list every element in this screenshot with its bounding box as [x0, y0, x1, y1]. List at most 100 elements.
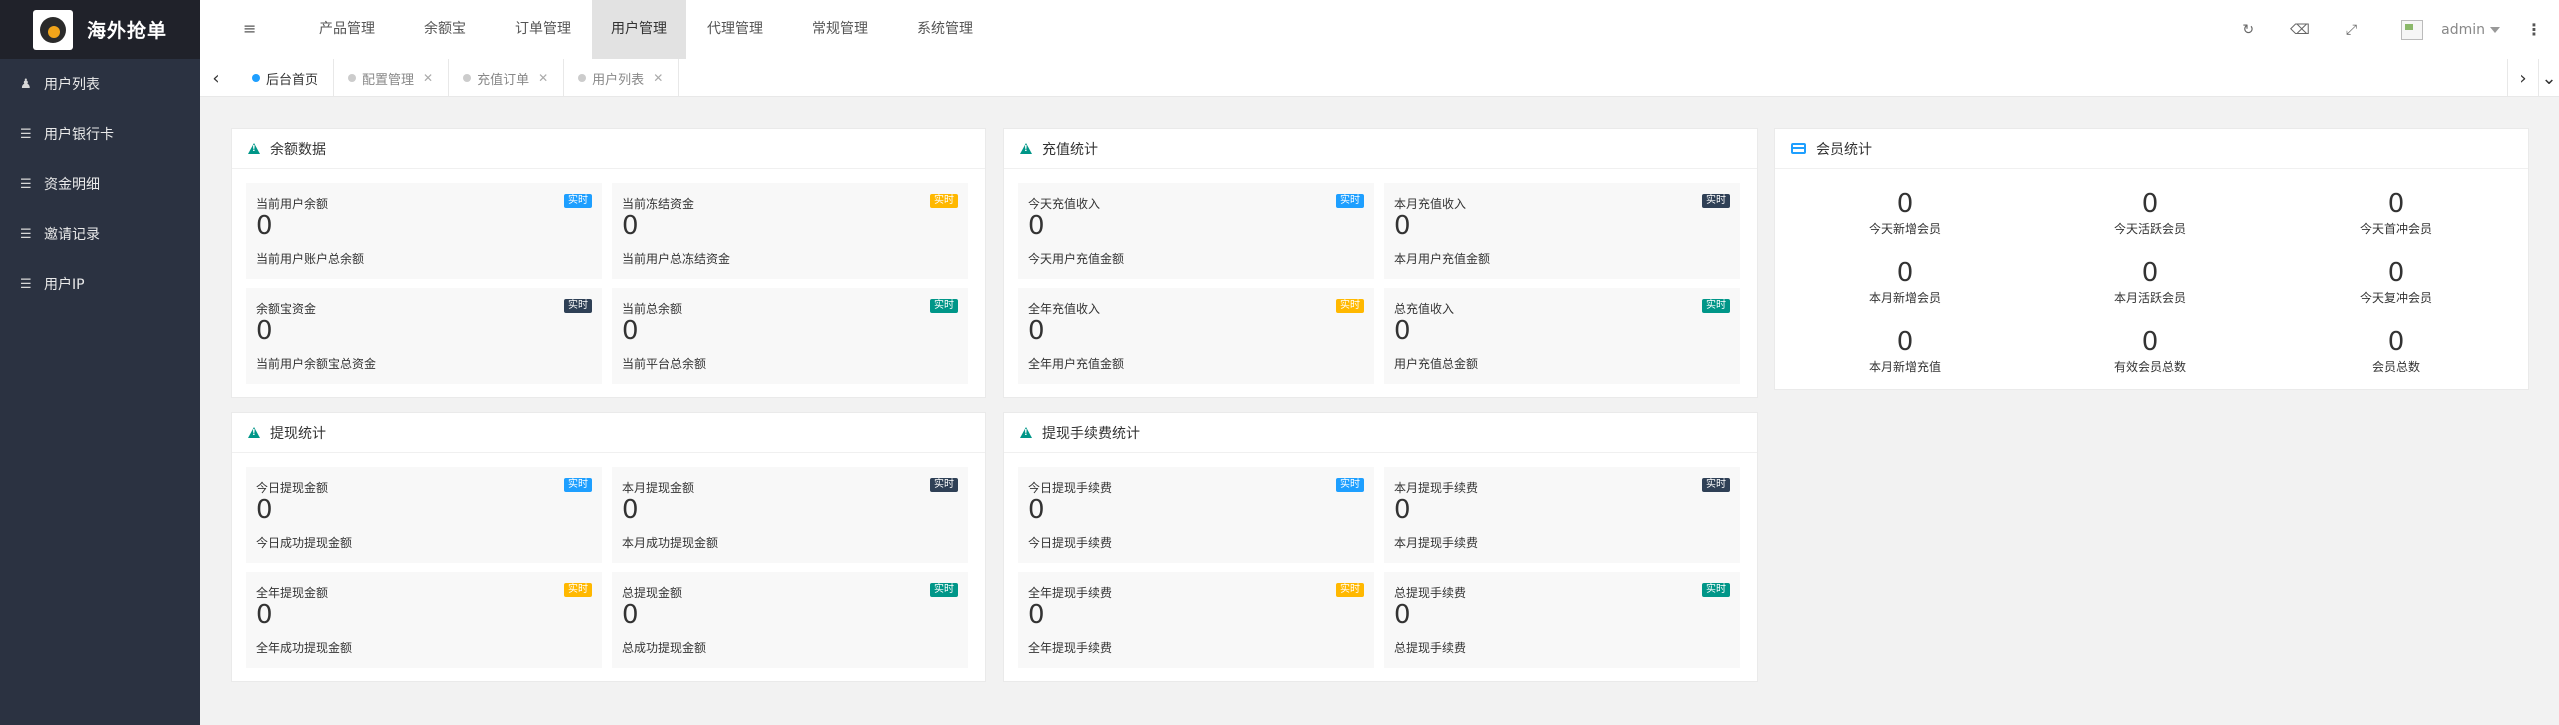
stat-card: 全年提现手续费 实时 0 全年提现手续费 [1018, 572, 1374, 668]
status-badge: 实时 [930, 194, 958, 208]
tab-dot [348, 74, 357, 82]
nav-item-agents[interactable]: 代理管理 [693, 0, 777, 59]
stat-label: 当前冻结资金 [622, 197, 695, 211]
stat-value: 0 [256, 316, 273, 346]
stat-card: 本月提现手续费 实时 0 本月提现手续费 [1384, 467, 1740, 563]
stat-value: 0 [622, 211, 639, 241]
member-stat-value: 0 [2387, 189, 2405, 219]
panel-header: 提现统计 [232, 413, 985, 453]
status-badge: 实时 [1336, 194, 1364, 208]
stat-card: 当前冻结资金 实时 0 当前用户总冻结资金 [612, 183, 968, 279]
sidebar-item-invite-records[interactable]: ☰ 邀请记录 [0, 209, 200, 259]
stat-subtitle: 今日成功提现金额 [256, 536, 353, 550]
app-title: 海外抢单 [87, 20, 168, 42]
sidebar-item-label: 资金明细 [44, 177, 100, 193]
stat-value: 0 [256, 495, 273, 525]
status-badge: 实时 [930, 583, 958, 597]
stat-value: 0 [1394, 211, 1411, 241]
list-icon: ☰ [20, 226, 32, 242]
member-stat: 0 今天新增会员 [1830, 189, 1980, 237]
stat-label: 本月提现手续费 [1394, 481, 1479, 495]
stat-card: 今日提现金额 实时 0 今日成功提现金额 [246, 467, 602, 563]
status-badge: 实时 [1336, 299, 1364, 313]
sidebar-item-user-list[interactable]: ♟ 用户列表 [0, 59, 200, 109]
nav-item-general[interactable]: 常规管理 [798, 0, 882, 59]
panel-title: 提现统计 [270, 425, 326, 442]
tab-recharge-orders[interactable]: 充值订单 ✕ [449, 59, 565, 97]
status-badge: 实时 [1336, 478, 1364, 492]
stat-label: 总充值收入 [1394, 302, 1455, 316]
chevron-down-icon[interactable] [2490, 26, 2500, 33]
logo-area[interactable]: 海外抢单 [0, 0, 200, 59]
status-badge: 实时 [1702, 194, 1730, 208]
panel-title: 余额数据 [270, 141, 326, 158]
tab-label: 用户列表 [592, 72, 645, 88]
close-icon[interactable]: ✕ [423, 71, 433, 85]
stat-card: 本月提现金额 实时 0 本月成功提现金额 [612, 467, 968, 563]
member-stat-label: 本月新增充值 [1868, 360, 1941, 374]
close-icon[interactable]: ✕ [538, 71, 548, 85]
member-stat-label: 今天新增会员 [1868, 222, 1941, 236]
stat-label: 总提现金额 [622, 586, 683, 600]
more-vertical-icon[interactable]: ⋮ [2526, 20, 2542, 39]
status-badge: 实时 [1702, 478, 1730, 492]
nav-item-system[interactable]: 系统管理 [903, 0, 987, 59]
chevron-left-icon[interactable]: ‹ [206, 59, 226, 97]
panel-header: 余额数据 [232, 129, 985, 169]
stat-subtitle: 总成功提现金额 [622, 641, 707, 655]
sidebar-item-user-bank-card[interactable]: ☰ 用户银行卡 [0, 109, 200, 159]
member-stat-value: 0 [2387, 327, 2405, 357]
panel-withdraw-fee: 提现手续费统计 今日提现手续费 实时 0 今日提现手续费 本月提现手续费 实时 … [1003, 412, 1758, 682]
stat-value: 0 [1028, 316, 1045, 346]
member-stat: 0 有效会员总数 [2075, 327, 2225, 375]
stat-value: 0 [622, 495, 639, 525]
member-stat: 0 本月新增会员 [1830, 258, 1980, 306]
tab-config[interactable]: 配置管理 ✕ [334, 59, 450, 97]
credit-card-icon [1791, 143, 1806, 154]
member-stat-value: 0 [1896, 258, 1914, 288]
status-badge: 实时 [564, 299, 592, 313]
stat-subtitle: 今天用户充值金额 [1028, 252, 1125, 266]
avatar[interactable] [2401, 19, 2424, 40]
trash-icon[interactable]: ⌫ [2290, 22, 2310, 38]
logo-image [33, 9, 73, 50]
nav-item-products[interactable]: 产品管理 [305, 0, 389, 59]
fullscreen-icon[interactable]: ⤢ [2346, 22, 2357, 38]
tab-dot [463, 74, 472, 82]
tab-dot [252, 74, 260, 82]
close-icon[interactable]: ✕ [653, 71, 663, 85]
stat-value: 0 [1394, 316, 1411, 346]
refresh-icon[interactable]: ↻ [2242, 22, 2254, 38]
stat-label: 总提现手续费 [1394, 586, 1467, 600]
nav-item-orders[interactable]: 订单管理 [501, 0, 585, 59]
chevron-right-icon[interactable]: › [2507, 59, 2539, 97]
list-icon: ☰ [20, 276, 32, 292]
chevron-down-icon[interactable]: ⌄ [2539, 59, 2559, 97]
sidebar-item-label: 用户IP [44, 277, 85, 293]
member-stat-label: 今天复冲会员 [2359, 291, 2432, 305]
stat-value: 0 [622, 600, 639, 630]
stat-subtitle: 用户充值总金额 [1394, 357, 1479, 371]
top-nav: 产品管理 余额宝 订单管理 用户管理 代理管理 常规管理 系统管理 [305, 0, 1008, 59]
stat-label: 今天充值收入 [1028, 197, 1101, 211]
stat-label: 全年充值收入 [1028, 302, 1101, 316]
sidebar-item-user-ip[interactable]: ☰ 用户IP [0, 259, 200, 309]
tab-user-list[interactable]: 用户列表 ✕ [564, 59, 680, 97]
stat-card: 总提现手续费 实时 0 总提现手续费 [1384, 572, 1740, 668]
sidebar-item-label: 用户银行卡 [44, 127, 114, 143]
nav-item-yuebao[interactable]: 余额宝 [410, 0, 480, 59]
stat-card: 全年提现金额 实时 0 全年成功提现金额 [246, 572, 602, 668]
member-stat-label: 有效会员总数 [2113, 360, 2186, 374]
member-stat-label: 本月新增会员 [1868, 291, 1941, 305]
stat-value: 0 [1028, 211, 1045, 241]
stat-subtitle: 当前用户账户总余额 [256, 252, 365, 266]
stat-card: 今天充值收入 实时 0 今天用户充值金额 [1018, 183, 1374, 279]
tab-home[interactable]: 后台首页 [238, 59, 335, 97]
stat-subtitle: 当前用户余额宝总资金 [256, 357, 377, 371]
menu-toggle-icon[interactable]: ≡ [243, 19, 256, 38]
stat-subtitle: 当前用户总冻结资金 [622, 252, 731, 266]
nav-item-users[interactable]: 用户管理 [592, 0, 686, 59]
stat-label: 今日提现金额 [256, 481, 329, 495]
username[interactable]: admin [2441, 22, 2485, 38]
sidebar-item-fund-details[interactable]: ☰ 资金明细 [0, 159, 200, 209]
